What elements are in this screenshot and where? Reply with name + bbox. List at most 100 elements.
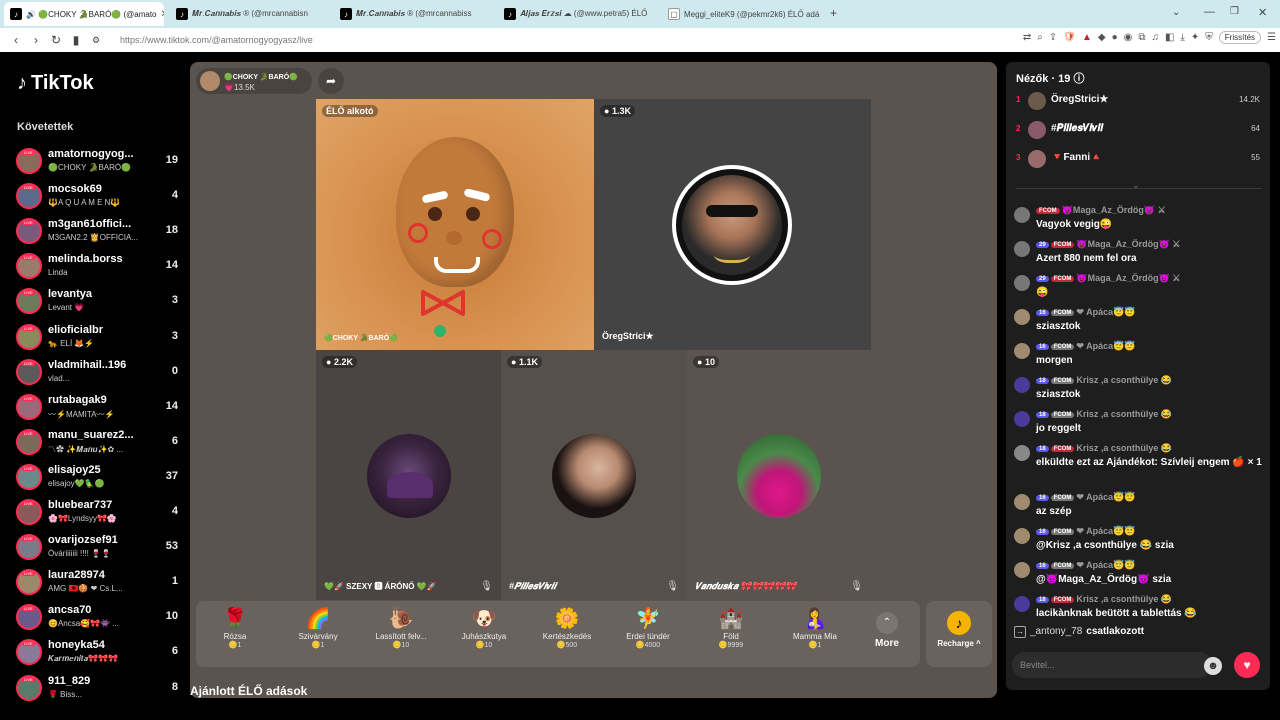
tab-search-icon[interactable]: ⌄ [1172, 7, 1180, 18]
chat-username[interactable]: 😈Maga_Az_Ördög😈 ⚔ [1076, 239, 1180, 249]
gift-item[interactable]: 🐶 Juhászkutya 🪙10 [450, 606, 518, 664]
site-settings-icon[interactable]: ⚙ [86, 35, 106, 46]
tab-5[interactable]: ▢ Meggi_eliteK9 (@pekmr2k6) ÉLŐ adá [662, 2, 822, 26]
following-item[interactable]: LIVE manu_suarez2... 〽✿ ✨𝑴𝒂𝒏𝒖✨✿ ... 6 [16, 426, 182, 460]
host-video-panel[interactable]: ÉLŐ alkotó 🟢CHOKY 🐊BARÓ🟢 [316, 99, 594, 350]
following-item[interactable]: LIVE m3gan61offici... M3GAN2.2 👸OFFICIA...… [16, 215, 182, 249]
chat-username[interactable]: ❤ Apáca😇😇 [1076, 492, 1135, 502]
extension-icon[interactable]: ◆ [1098, 32, 1106, 43]
guest-panel-1[interactable]: ● 1.3K ÖregStrici★ [594, 99, 871, 350]
guest-panel-2[interactable]: ● 2.2K 💚🚀 SZEXY 🅱 ÁRÓNŐ 💚🚀 🎙 [316, 350, 501, 600]
top-viewer-row[interactable]: 3 🔻Fanni🔺 55 [1014, 147, 1264, 171]
avatar[interactable] [1014, 309, 1030, 325]
avatar[interactable] [1014, 494, 1030, 510]
maximize-icon[interactable]: ❐ [1230, 6, 1239, 17]
tab-active[interactable]: ♪ 🔊 🟢CHOKY 🐊BARÓ🟢 (@amato ✕ [4, 2, 164, 26]
chat-username[interactable]: 😈Maga_Az_Ördög😈 ⚔ [1062, 205, 1166, 215]
url-field[interactable]: https://www.tiktok.com/@amatornogyogyasz… [120, 35, 313, 45]
tiktok-logo[interactable]: ♪ TikTok [17, 72, 94, 95]
share-button[interactable]: ➦ [318, 68, 344, 94]
close-tab-icon[interactable]: ✕ [161, 9, 164, 20]
extension-icon[interactable]: ◉ [1124, 32, 1133, 43]
avatar[interactable] [1014, 596, 1030, 612]
tab-2[interactable]: ♪ 𝑴𝒓.𝑪𝒂𝒏𝒏𝒂𝒃𝒊𝒔 ® (@mrcannabisn [170, 2, 330, 26]
following-item[interactable]: LIVE mocsok69 🔱A Q U A M E N🔱 4 [16, 180, 182, 214]
chat-input[interactable]: Bevitel... [1012, 652, 1212, 678]
refresh-button[interactable]: Frissítés [1218, 31, 1262, 44]
following-item[interactable]: LIVE rutabagak9 〰⚡MAMITA〰⚡ 14 [16, 391, 182, 425]
music-icon[interactable]: ♫ [1152, 32, 1160, 43]
following-item[interactable]: LIVE bluebear737 🌸🎀Lyndsyy🎀🌸 4 [16, 496, 182, 530]
avatar[interactable] [1014, 562, 1030, 578]
chat-username[interactable]: ❤ Apáca😇😇 [1076, 560, 1135, 570]
avatar[interactable] [1014, 343, 1030, 359]
following-item[interactable]: LIVE elioficialbr 🐆 ELÍ 🦊⚡ 3 [16, 321, 182, 355]
guest-panel-3[interactable]: ● 1.1K #𝑷𝒊𝒍𝒍𝒆𝒔𝑽𝒊𝒗𝒊𝒊 🎙 [501, 350, 687, 600]
recharge-button[interactable]: ♪ Recharge ^ [926, 601, 992, 667]
bookmark-icon[interactable]: ▮ [66, 33, 86, 47]
avatar[interactable] [1014, 207, 1030, 223]
brave-shield-icon[interactable]: 🛡 [1063, 32, 1076, 43]
sparkle-icon[interactable]: ✦ [1191, 32, 1199, 43]
chat-username[interactable]: Krisz ,a csonthülye 😂 [1076, 375, 1172, 385]
gift-item[interactable]: 🌹 Rózsa 🪙1 [201, 606, 269, 664]
avatar[interactable] [1014, 411, 1030, 427]
gift-item[interactable]: 🤱 Mamma Mia 🪙1 [781, 606, 849, 664]
vpn-icon[interactable]: ⛨ [1205, 32, 1213, 43]
extension-icon[interactable]: ● [1112, 32, 1118, 43]
host-avatar[interactable] [200, 71, 220, 91]
following-item[interactable]: LIVE levantya Levant 💗 3 [16, 285, 182, 319]
tab-3[interactable]: ♪ 𝑴𝒓.𝑪𝒂𝒏𝒏𝒂𝒃𝒊𝒔 ® (@mrcannabiss [334, 2, 494, 26]
back-icon[interactable]: ‹ [6, 33, 26, 47]
chat-username[interactable]: ❤ Apáca😇😇 [1076, 526, 1135, 536]
reload-icon[interactable]: ↻ [46, 33, 66, 47]
viewers-heading[interactable]: Nézők · 19 ⓘ [1016, 70, 1084, 86]
guest-panel-4[interactable]: ● 10 𝑽𝒂𝒏𝒅𝒖𝒔𝒌𝒂 🎀🎀🎀🎀🎀 🎙 [687, 350, 871, 600]
avatar[interactable] [1014, 241, 1030, 257]
new-tab-icon[interactable]: + [830, 6, 837, 20]
following-item[interactable]: LIVE ovarijozsef91 Óváriiiiiii !!!! 🍷🍷 53 [16, 531, 182, 565]
avatar[interactable] [1014, 445, 1030, 461]
share-page-icon[interactable]: ⇪ [1049, 32, 1057, 43]
forward-icon[interactable]: › [26, 33, 46, 47]
zoom-icon[interactable]: ⌕ [1037, 32, 1043, 43]
host-name[interactable]: 🟢CHOKY 🐊BARÓ🟢 [224, 73, 298, 81]
gift-item[interactable]: 🐌 Lassított felv... 🪙10 [367, 606, 435, 664]
top-viewer-row[interactable]: 2 #𝑷𝒊𝒍𝒍𝒆𝒔𝑽𝒊𝒗𝒊𝒊 64 [1014, 118, 1264, 142]
avatar[interactable] [1014, 377, 1030, 393]
minimize-icon[interactable]: — [1204, 6, 1215, 18]
top-viewer-row[interactable]: 1 ÖregStrici★ 14.2K [1014, 89, 1264, 113]
close-window-icon[interactable]: ✕ [1258, 6, 1267, 19]
following-item[interactable]: LIVE amatornogyog... 🟢CHOKY 🐊BARÓ🟢 19 [16, 145, 182, 179]
more-gifts-button[interactable]: ⌃ More [866, 606, 908, 664]
chat-username[interactable]: ❤ Apáca😇😇 [1076, 341, 1135, 351]
like-heart-button[interactable]: ♥ [1234, 652, 1260, 678]
emoji-icon[interactable]: ☻ [1204, 657, 1222, 675]
following-item[interactable]: LIVE melinda.borss Linda 14 [16, 250, 182, 284]
chat-username[interactable]: Krisz ,a csonthülye 😂 [1076, 443, 1172, 453]
translate-icon[interactable]: ⇄ [1023, 32, 1031, 43]
chat-username[interactable]: 😈Maga_Az_Ördög😈 ⚔ [1076, 273, 1180, 283]
chat-username[interactable]: Krisz ,a csonthülye 😂 [1076, 594, 1172, 604]
tab-4[interactable]: ♪ 𝑨𝒍𝒋𝒂𝒔 𝑬𝒓𝒛𝒔𝒊 ☁ (@www.petra5) ÉLŐ [498, 2, 658, 26]
following-item[interactable]: LIVE ancsa70 😊Ancsa🥰🎀👾 ... 10 [16, 601, 182, 635]
avatar[interactable] [1014, 275, 1030, 291]
expand-chevron-icon[interactable]: ⌄ [1132, 180, 1140, 191]
chat-username[interactable]: Krisz ,a csonthülye 😂 [1076, 409, 1172, 419]
following-item[interactable]: LIVE 911_829 🌹 Biss... 8 [16, 672, 182, 706]
following-item[interactable]: LIVE honeyka54 𝑲𝒂𝒓𝒎𝒆𝒏𝒊𝒕𝒂🎀🎀🎀 6 [16, 636, 182, 670]
following-item[interactable]: LIVE elisajoy25 elisajoy💚🦜🟢 37 [16, 461, 182, 495]
menu-icon[interactable]: ☰ [1267, 32, 1276, 43]
gift-item[interactable]: 🏰 Föld 🪙9999 [697, 606, 765, 664]
gift-item[interactable]: 🌈 Szivárvány 🪙1 [284, 606, 352, 664]
sidebar-toggle-icon[interactable]: ◧ [1165, 32, 1174, 43]
gift-item[interactable]: 🌼 Kertészkedés 🪙500 [533, 606, 601, 664]
following-item[interactable]: LIVE vladmihail..196 vlad... 0 [16, 356, 182, 390]
download-icon[interactable]: ⤓ [1180, 32, 1184, 43]
alert-icon[interactable]: ▲ [1082, 32, 1092, 43]
extensions-menu-icon[interactable]: ⧉ [1138, 32, 1145, 43]
gift-item[interactable]: 🧚 Erdei tündér 🪙4000 [614, 606, 682, 664]
chat-username[interactable]: ❤ Apáca😇😇 [1076, 307, 1135, 317]
following-item[interactable]: LIVE laura28974 AMG 🇦🇱🍪 ❤ Cs.L... 1 [16, 566, 182, 600]
avatar[interactable] [1014, 528, 1030, 544]
